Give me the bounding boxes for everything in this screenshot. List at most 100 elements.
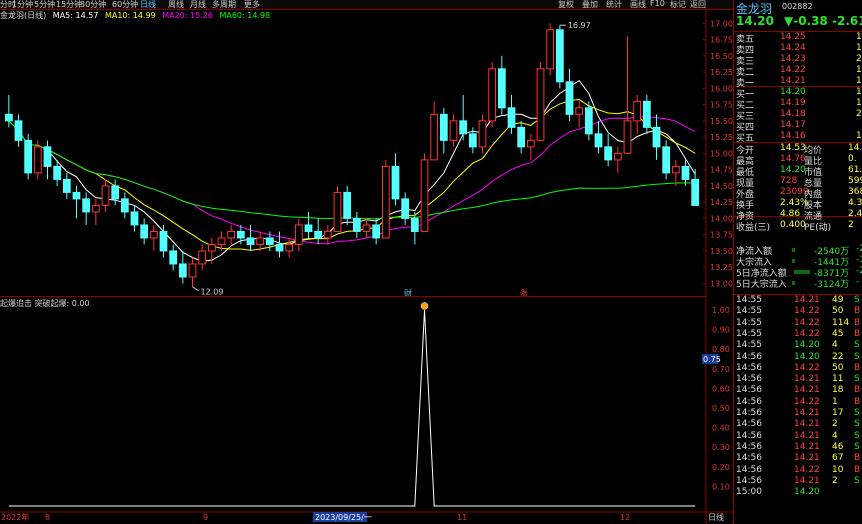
period-tab-1[interactable]: 1分钟: [12, 0, 33, 10]
candle[interactable]: [381, 165, 390, 239]
ma60-value: MA60: 14.98: [219, 11, 271, 20]
tool-3[interactable]: 画线: [630, 0, 646, 10]
candle[interactable]: [256, 237, 265, 245]
candle[interactable]: [362, 224, 371, 232]
price-tick-label: 15.00: [710, 149, 733, 158]
candle[interactable]: [633, 100, 642, 122]
tool-4[interactable]: F10: [650, 0, 665, 8]
candle[interactable]: [91, 204, 100, 213]
candle[interactable]: [391, 165, 400, 200]
candle[interactable]: [304, 224, 313, 232]
candle[interactable]: [265, 237, 274, 245]
candle[interactable]: [130, 211, 139, 226]
candle[interactable]: [468, 133, 477, 148]
candle[interactable]: [594, 133, 603, 148]
candle[interactable]: [652, 126, 661, 148]
candle[interactable]: [526, 139, 535, 148]
candle[interactable]: [140, 224, 149, 239]
candle[interactable]: [246, 237, 255, 245]
candle[interactable]: [333, 191, 342, 232]
candle[interactable]: [33, 146, 42, 174]
candle[interactable]: [449, 120, 458, 141]
tool-2[interactable]: 统计: [606, 0, 622, 10]
candle[interactable]: [565, 81, 574, 115]
tool-0[interactable]: 复权: [558, 0, 574, 10]
candle[interactable]: [671, 165, 680, 174]
tick-time: 14:55: [736, 328, 762, 339]
tick-price: 14.21: [794, 385, 820, 396]
candle[interactable]: [236, 230, 245, 239]
candle[interactable]: [314, 230, 323, 239]
candle[interactable]: [4, 113, 13, 122]
candle[interactable]: [217, 237, 226, 245]
candle[interactable]: [410, 217, 419, 232]
candle[interactable]: [62, 178, 71, 193]
candle[interactable]: [178, 263, 187, 278]
period-tab-8[interactable]: 月线: [190, 0, 206, 10]
period-tab-6[interactable]: 日线: [140, 0, 156, 10]
candle[interactable]: [24, 139, 33, 174]
candle[interactable]: [401, 198, 410, 219]
candle[interactable]: [82, 198, 91, 213]
candle[interactable]: [227, 230, 236, 239]
period-tab-3[interactable]: 15分钟: [56, 0, 82, 10]
candle[interactable]: [507, 107, 516, 128]
candle[interactable]: [623, 120, 632, 154]
tick-price: 14.21: [794, 453, 820, 464]
candle[interactable]: [169, 250, 178, 265]
candle[interactable]: [497, 68, 506, 109]
tick-vol: 49: [832, 295, 844, 305]
candle[interactable]: [662, 146, 671, 174]
candle[interactable]: [285, 243, 294, 252]
candle[interactable]: [575, 107, 584, 115]
candle[interactable]: [613, 152, 622, 161]
tool-1[interactable]: 叠加: [582, 0, 598, 10]
candle[interactable]: [72, 191, 81, 200]
candle[interactable]: [488, 68, 497, 122]
candle[interactable]: [159, 230, 168, 252]
candle[interactable]: [53, 165, 62, 180]
candle[interactable]: [101, 185, 110, 206]
candle[interactable]: [584, 107, 593, 135]
candle[interactable]: [275, 243, 284, 252]
candle[interactable]: [517, 126, 526, 148]
candle[interactable]: [372, 224, 381, 239]
period-tab-7[interactable]: 周线: [168, 0, 184, 10]
candle[interactable]: [420, 159, 429, 232]
candle[interactable]: [343, 191, 352, 219]
candle[interactable]: [198, 250, 207, 265]
candle[interactable]: [149, 230, 158, 239]
sell-level-vol: 1: [856, 65, 862, 75]
tool-5[interactable]: 标记: [670, 0, 686, 10]
candle[interactable]: [43, 146, 52, 167]
period-tab-4[interactable]: 30分钟: [80, 0, 106, 10]
period-tab-10[interactable]: 更多: [244, 0, 260, 10]
candle[interactable]: [546, 29, 555, 70]
candle[interactable]: [323, 230, 332, 239]
high-label: 16.97: [568, 21, 591, 30]
candle[interactable]: [478, 120, 487, 148]
candle[interactable]: [14, 120, 23, 141]
candle[interactable]: [681, 165, 690, 180]
candle[interactable]: [642, 100, 651, 128]
candle[interactable]: [111, 185, 120, 200]
candle[interactable]: [352, 217, 361, 232]
candle[interactable]: [120, 198, 129, 213]
period-tab-2[interactable]: 5分钟: [34, 0, 55, 10]
candle[interactable]: [430, 113, 439, 161]
candle[interactable]: [188, 263, 197, 278]
candle[interactable]: [459, 120, 468, 135]
buy-level-price: 14.16: [780, 131, 806, 141]
candle[interactable]: [294, 224, 303, 245]
tick-side: B: [854, 453, 861, 464]
period-tab-5[interactable]: 60分钟: [112, 0, 138, 10]
candle[interactable]: [691, 178, 700, 206]
candle[interactable]: [536, 68, 545, 141]
candle[interactable]: [439, 113, 448, 141]
candle[interactable]: [555, 29, 564, 83]
period-tab-9[interactable]: 多周期: [212, 0, 236, 10]
chart-area[interactable]: 17.00 16.75 16.50 16.25 16.00 15.75 15.50 15.25…: [0, 0, 733, 524]
candle[interactable]: [207, 243, 216, 252]
tool-6[interactable]: 返回: [690, 0, 706, 10]
candle[interactable]: [604, 146, 613, 161]
